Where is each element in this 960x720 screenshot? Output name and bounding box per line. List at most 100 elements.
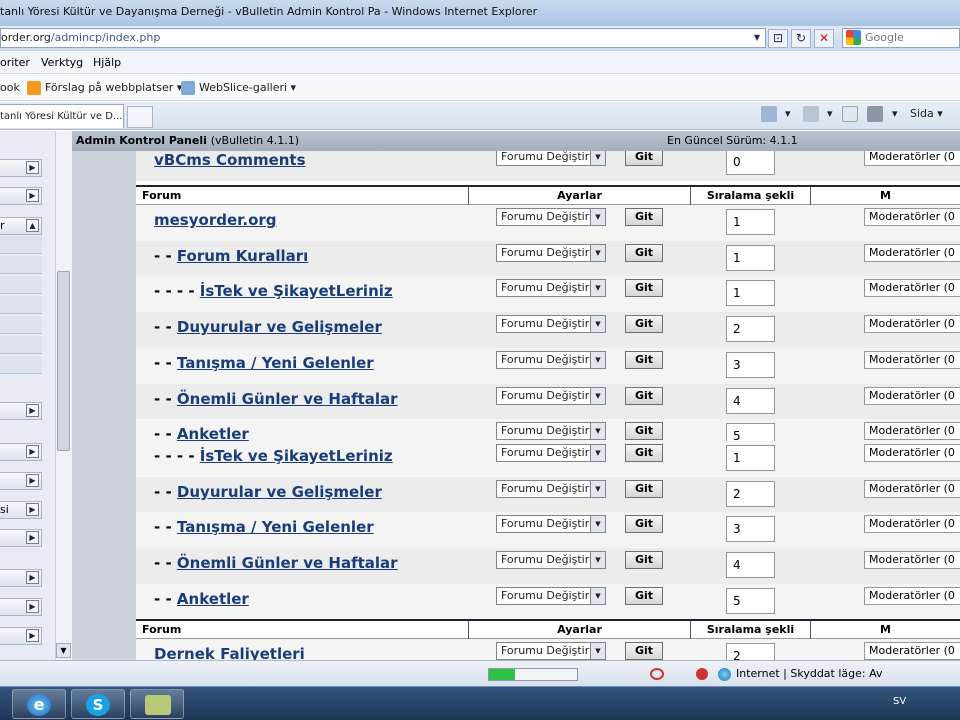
forum-link[interactable]: İsTek ve ŞikayetLeriniz [200,282,393,300]
sidebar-item-11[interactable]: ▶ [0,627,42,645]
forum-action-select[interactable]: Forumu Değiştir ▼ [496,151,606,166]
expand-icon[interactable]: ▶ [26,445,39,458]
go-button[interactable]: Git [625,315,663,334]
go-button[interactable]: Git [625,151,663,166]
skype-taskbar-button[interactable]: S [71,689,125,719]
forum-link[interactable]: Duyurular ve Gelişmeler [177,483,382,501]
forum-action-select[interactable]: Forumu Değiştir ▼ [496,350,606,369]
moderators-select[interactable]: Moderatörler (0 [864,350,960,369]
moderators-select[interactable]: Moderatörler (0 [864,279,960,298]
address-dropdown-icon[interactable]: ▾ [750,29,764,48]
fav-item-suggested[interactable]: Förslag på webbplatser ▾ [27,75,182,101]
forum-action-select[interactable]: Forumu Değiştir ▼ [496,479,606,498]
chevron-down-icon[interactable]: ▼ [590,351,605,368]
display-order-input[interactable]: 2 [726,316,775,343]
forum-action-select[interactable]: Forumu Değiştir ▼ [496,422,606,441]
sidebar-subitem[interactable] [0,296,42,314]
go-button[interactable]: Git [625,422,663,441]
moderators-select[interactable]: Moderatörler (0 [864,315,960,334]
forum-link[interactable]: Tanışma / Yeni Gelenler [177,354,374,372]
forum-link[interactable]: İsTek ve ŞikayetLeriniz [200,447,393,465]
display-order-input[interactable]: 1 [726,445,775,471]
chevron-down-icon[interactable]: ▼ [590,445,605,461]
go-button[interactable]: Git [625,386,663,405]
home-icon[interactable] [761,106,777,122]
sidebar-item-9[interactable]: ▶ [0,569,42,587]
go-button[interactable]: Git [625,208,663,226]
expand-icon[interactable]: ▶ [26,474,39,487]
moderators-select[interactable]: Moderatörler (0 [864,208,960,226]
ie-taskbar-button[interactable]: e [12,689,66,719]
forum-link[interactable]: mesyorder.org [154,211,277,229]
sidebar-subitem[interactable] [0,256,42,274]
compat-view-icon[interactable]: ⊡ [768,29,788,48]
chevron-down-icon[interactable]: ▼ [590,423,605,440]
go-button[interactable]: Git [625,479,663,498]
sidebar-item-10[interactable]: ▶ [0,598,42,616]
sidebar-item-3[interactable]: r ▲ [0,217,42,235]
mail-icon[interactable] [842,106,858,122]
sidebar-item-7[interactable]: si ▶ [0,501,42,519]
display-order-input[interactable]: 4 [726,552,775,579]
page-menu[interactable]: Sida ▾ [910,106,943,122]
display-order-input[interactable]: 5 [726,587,775,614]
display-order-input[interactable]: 3 [726,351,775,378]
scrollbar-thumb[interactable] [57,271,70,451]
moderators-select[interactable]: Moderatörler (0 [864,444,960,462]
display-order-input[interactable]: 2 [726,480,775,507]
fav-item-book[interactable]: ook [0,75,20,101]
print-icon[interactable] [867,106,883,122]
fav-item-webslice[interactable]: WebSlice-galleri ▾ [181,75,296,101]
moderators-select[interactable]: Moderatörler (0 [864,151,960,166]
display-order-input[interactable]: 0 [726,151,775,175]
go-button[interactable]: Git [625,279,663,298]
moderators-select[interactable]: Moderatörler (0 [864,479,960,498]
chevron-down-icon[interactable]: ▼ [590,552,605,569]
forum-action-select[interactable]: Forumu Değiştir ▼ [496,642,606,660]
moderators-select[interactable]: Moderatörler (0 [864,586,960,605]
privacy-icon[interactable] [650,668,664,680]
expand-icon[interactable]: ▶ [26,600,39,613]
chevron-down-icon[interactable]: ▼ [590,209,605,225]
moderators-select[interactable]: Moderatörler (0 [864,642,960,660]
sidebar-item-2[interactable]: ▶ [0,187,42,205]
expand-icon[interactable]: ▶ [26,571,39,584]
expand-icon[interactable]: ▶ [26,629,39,642]
chevron-down-icon[interactable]: ▼ [590,316,605,333]
expand-icon[interactable]: ▶ [26,531,39,544]
forum-action-select[interactable]: Forumu Değiştir ▼ [496,515,606,534]
display-order-input[interactable]: 1 [726,209,775,235]
feeds-dropdown-icon[interactable]: ▾ [827,106,833,122]
sidebar-subitem[interactable] [0,356,42,374]
sidebar-item-4[interactable]: ▶ [0,402,42,420]
forum-link[interactable]: vBCms Comments [154,151,306,169]
chevron-down-icon[interactable]: ▼ [590,643,605,659]
forum-link[interactable]: Anketler [177,590,249,608]
stop-icon[interactable]: ✕ [814,29,834,48]
chevron-down-icon[interactable]: ▼ [590,244,605,261]
refresh-icon[interactable]: ↻ [791,29,811,48]
menu-item-help[interactable]: Hjälp [93,52,121,74]
forum-link[interactable]: Dernek Faliyetleri [154,645,305,660]
forum-action-select[interactable]: Forumu Değiştir ▼ [496,243,606,262]
display-order-input[interactable]: 3 [726,516,775,543]
moderators-select[interactable]: Moderatörler (0 [864,386,960,405]
expand-icon[interactable]: ▶ [26,503,39,516]
forum-action-select[interactable]: Forumu Değiştir ▼ [496,444,606,462]
tab-active[interactable]: tanlı Yöresi Kültür ve D... [0,104,124,128]
sidebar-item-5[interactable]: ▶ [0,443,42,461]
go-button[interactable]: Git [625,551,663,570]
forum-link[interactable]: Önemli Günler ve Haftalar [177,390,398,408]
forum-action-select[interactable]: Forumu Değiştir ▼ [496,208,606,226]
scroll-down-icon[interactable]: ▼ [56,643,71,658]
feeds-icon[interactable] [803,106,819,122]
expand-icon[interactable]: ▶ [26,161,39,174]
address-input[interactable]: order.org/admincp/index.php [0,28,766,48]
new-tab-button[interactable] [127,106,153,128]
menu-item-tools[interactable]: Verktyg [41,52,83,74]
sidebar-subitem[interactable] [0,276,42,294]
sidebar-item-6[interactable]: ▶ [0,472,42,490]
forum-link[interactable]: Forum Kuralları [177,247,308,265]
chevron-down-icon[interactable]: ▼ [590,516,605,533]
go-button[interactable]: Git [625,642,663,660]
